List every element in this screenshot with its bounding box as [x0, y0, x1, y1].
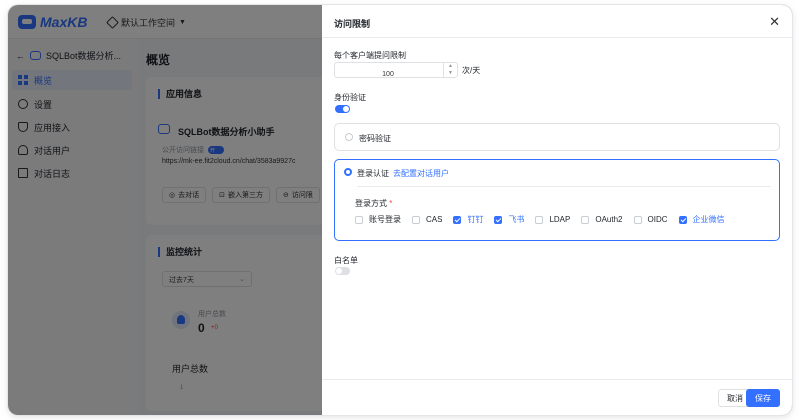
login-auth-option[interactable]: 登录认证 去配置对话用户 登录方式 * 账号登录 CAS 钉钉 飞书 LDAP … [334, 159, 780, 241]
per-client-limit-field[interactable] [335, 67, 441, 82]
login-methods-list: 账号登录 CAS 钉钉 飞书 LDAP OAuth2 OIDC 企业微信 [355, 214, 725, 225]
save-button[interactable]: 保存 [746, 389, 780, 407]
password-radio[interactable] [345, 133, 353, 141]
method-wecom[interactable]: 企业微信 [678, 214, 725, 225]
method-cas[interactable]: CAS [412, 215, 442, 224]
method-lark[interactable]: 飞书 [494, 214, 524, 225]
method-oauth2[interactable]: OAuth2 [581, 215, 623, 224]
drawer-title: 访问限制 [334, 19, 371, 29]
password-auth-option[interactable]: 密码验证 [334, 123, 780, 151]
checkbox[interactable] [412, 215, 420, 224]
login-methods-text: 登录方式 [355, 199, 387, 208]
required-mark: * [389, 199, 393, 208]
method-label: OAuth2 [595, 215, 623, 224]
checkbox[interactable] [678, 215, 687, 224]
method-label: CAS [426, 215, 443, 224]
drawer-header: 访问限制 ✕ [322, 5, 792, 38]
configure-chat-users-link[interactable]: 去配置对话用户 [393, 168, 449, 179]
toggle-knob [336, 268, 342, 274]
method-oidc[interactable]: OIDC [633, 215, 668, 224]
toggle-knob [343, 106, 349, 112]
quantity-stepper[interactable]: ▲ ▼ [443, 63, 457, 77]
per-client-limit-input[interactable]: ▲ ▼ [334, 62, 458, 82]
close-icon[interactable]: ✕ [769, 14, 780, 30]
password-option-label: 密码验证 [359, 134, 391, 143]
method-label: 钉钉 [467, 215, 484, 224]
whitelist-label: 白名单 [334, 256, 358, 265]
method-account-login[interactable]: 账号登录 [355, 214, 401, 225]
access-limit-drawer: 访问限制 ✕ 每个客户端提问限制 ▲ ▼ 次/天 身份验证 密码验证 登录认证 … [322, 5, 792, 415]
method-label: OIDC [647, 215, 668, 224]
checkbox[interactable] [453, 215, 462, 224]
divider [357, 186, 771, 187]
auth-label: 身份验证 [334, 93, 366, 102]
login-radio[interactable] [344, 168, 352, 176]
method-label: 账号登录 [369, 215, 401, 224]
method-dingtalk[interactable]: 钉钉 [453, 214, 483, 225]
chevron-down-icon[interactable]: ▼ [444, 70, 457, 77]
per-client-limit-label: 每个客户端提问限制 [334, 51, 406, 60]
checkbox[interactable] [581, 215, 590, 224]
method-ldap[interactable]: LDAP [535, 215, 570, 224]
whitelist-toggle[interactable] [335, 267, 350, 275]
limit-unit: 次/天 [462, 66, 481, 75]
method-label: 飞书 [508, 215, 525, 224]
auth-toggle[interactable] [335, 105, 350, 113]
checkbox[interactable] [535, 215, 544, 224]
drawer-footer: 取消 保存 [322, 379, 792, 415]
checkbox[interactable] [633, 215, 642, 224]
app-window: MaxKB 默认工作空间 ▼ ← SQLBot数据分析... 概览 设置 应用接… [8, 5, 792, 415]
method-label: LDAP [549, 215, 571, 224]
login-option-label: 登录认证 [357, 169, 389, 178]
chevron-up-icon[interactable]: ▲ [444, 63, 457, 70]
method-label: 企业微信 [692, 215, 725, 224]
checkbox[interactable] [355, 215, 363, 224]
login-methods-label: 登录方式 * [355, 198, 392, 209]
checkbox[interactable] [494, 215, 503, 224]
